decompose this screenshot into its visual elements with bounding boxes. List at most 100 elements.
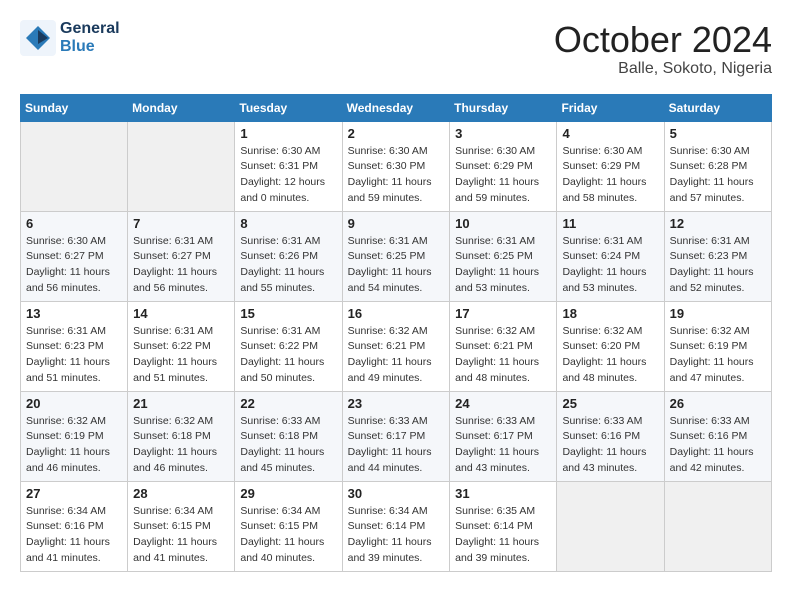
calendar-cell: 1 Sunrise: 6:30 AMSunset: 6:31 PMDaylight… — [235, 121, 342, 211]
calendar-cell: 2 Sunrise: 6:30 AMSunset: 6:30 PMDaylight… — [342, 121, 450, 211]
header-wednesday: Wednesday — [342, 94, 450, 121]
day-number: 12 — [670, 216, 766, 231]
day-number: 21 — [133, 396, 229, 411]
day-info: Sunrise: 6:34 AMSunset: 6:15 PMDaylight:… — [133, 504, 229, 567]
calendar-cell: 5Sunrise: 6:30 AMSunset: 6:28 PMDaylight… — [664, 121, 771, 211]
calendar-cell — [128, 121, 235, 211]
day-info: Sunrise: 6:32 AMSunset: 6:18 PMDaylight:… — [133, 414, 229, 477]
logo-blue: Blue — [60, 38, 120, 56]
calendar-cell: 9Sunrise: 6:31 AMSunset: 6:25 PMDaylight… — [342, 211, 450, 301]
day-number: 20 — [26, 396, 122, 411]
week-row-3: 13 Sunrise: 6:31 AMSunset: 6:23 PMDayligh… — [21, 301, 772, 391]
calendar-cell: 21 Sunrise: 6:32 AMSunset: 6:18 PMDayligh… — [128, 391, 235, 481]
day-number: 31 — [455, 486, 551, 501]
week-row-1: 1 Sunrise: 6:30 AMSunset: 6:31 PMDaylight… — [21, 121, 772, 211]
day-number: 2 — [348, 126, 445, 141]
header-thursday: Thursday — [450, 94, 557, 121]
title-block: October 2024 Balle, Sokoto, Nigeria — [554, 20, 772, 78]
day-info: Sunrise: 6:32 AMSunset: 6:21 PMDaylight:… — [348, 324, 445, 387]
header-friday: Friday — [557, 94, 664, 121]
day-info: Sunrise: 6:33 AMSunset: 6:18 PMDaylight:… — [240, 414, 336, 477]
day-number: 1 — [240, 126, 336, 141]
calendar-cell: 16Sunrise: 6:32 AMSunset: 6:21 PMDayligh… — [342, 301, 450, 391]
calendar-cell: 26 Sunrise: 6:33 AMSunset: 6:16 PMDayligh… — [664, 391, 771, 481]
calendar-cell: 22 Sunrise: 6:33 AMSunset: 6:18 PMDayligh… — [235, 391, 342, 481]
day-number: 17 — [455, 306, 551, 321]
day-info: Sunrise: 6:34 AMSunset: 6:15 PMDaylight:… — [240, 504, 336, 567]
calendar-cell: 15Sunrise: 6:31 AMSunset: 6:22 PMDayligh… — [235, 301, 342, 391]
header-saturday: Saturday — [664, 94, 771, 121]
calendar-cell: 23 Sunrise: 6:33 AMSunset: 6:17 PMDayligh… — [342, 391, 450, 481]
calendar-cell: 7Sunrise: 6:31 AMSunset: 6:27 PMDaylight… — [128, 211, 235, 301]
day-number: 23 — [348, 396, 445, 411]
calendar-cell: 12 Sunrise: 6:31 AMSunset: 6:23 PMDayligh… — [664, 211, 771, 301]
day-number: 26 — [670, 396, 766, 411]
calendar-cell: 11 Sunrise: 6:31 AMSunset: 6:24 PMDayligh… — [557, 211, 664, 301]
day-info: Sunrise: 6:33 AMSunset: 6:17 PMDaylight:… — [348, 414, 445, 477]
day-number: 9 — [348, 216, 445, 231]
calendar-cell: 6Sunrise: 6:30 AMSunset: 6:27 PMDaylight… — [21, 211, 128, 301]
calendar-cell: 4 Sunrise: 6:30 AMSunset: 6:29 PMDaylight… — [557, 121, 664, 211]
day-number: 13 — [26, 306, 122, 321]
day-info: Sunrise: 6:31 AMSunset: 6:25 PMDaylight:… — [455, 234, 551, 297]
day-info: Sunrise: 6:30 AMSunset: 6:31 PMDaylight:… — [240, 144, 336, 207]
day-number: 30 — [348, 486, 445, 501]
logo-icon — [20, 20, 56, 56]
day-number: 27 — [26, 486, 122, 501]
day-number: 19 — [670, 306, 766, 321]
day-number: 22 — [240, 396, 336, 411]
day-number: 4 — [562, 126, 658, 141]
calendar-cell: 17 Sunrise: 6:32 AMSunset: 6:21 PMDayligh… — [450, 301, 557, 391]
calendar-cell: 20 Sunrise: 6:32 AMSunset: 6:19 PMDayligh… — [21, 391, 128, 481]
day-info: Sunrise: 6:33 AMSunset: 6:17 PMDaylight:… — [455, 414, 551, 477]
day-info: Sunrise: 6:31 AMSunset: 6:22 PMDaylight:… — [240, 324, 336, 387]
day-number: 28 — [133, 486, 229, 501]
calendar-cell: 13 Sunrise: 6:31 AMSunset: 6:23 PMDayligh… — [21, 301, 128, 391]
week-row-2: 6Sunrise: 6:30 AMSunset: 6:27 PMDaylight… — [21, 211, 772, 301]
calendar-cell: 19 Sunrise: 6:32 AMSunset: 6:19 PMDayligh… — [664, 301, 771, 391]
calendar-cell: 3 Sunrise: 6:30 AMSunset: 6:29 PMDaylight… — [450, 121, 557, 211]
day-number: 3 — [455, 126, 551, 141]
calendar-cell — [21, 121, 128, 211]
day-number: 29 — [240, 486, 336, 501]
calendar-cell: 27 Sunrise: 6:34 AMSunset: 6:16 PMDayligh… — [21, 481, 128, 571]
day-number: 5 — [670, 126, 766, 141]
logo-general: General — [60, 20, 120, 38]
day-info: Sunrise: 6:34 AMSunset: 6:16 PMDaylight:… — [26, 504, 122, 567]
day-info: Sunrise: 6:30 AMSunset: 6:29 PMDaylight:… — [455, 144, 551, 207]
day-info: Sunrise: 6:33 AMSunset: 6:16 PMDaylight:… — [562, 414, 658, 477]
day-info: Sunrise: 6:35 AMSunset: 6:14 PMDaylight:… — [455, 504, 551, 567]
calendar-cell: 18 Sunrise: 6:32 AMSunset: 6:20 PMDayligh… — [557, 301, 664, 391]
day-info: Sunrise: 6:32 AMSunset: 6:20 PMDaylight:… — [562, 324, 658, 387]
calendar-cell: 28 Sunrise: 6:34 AMSunset: 6:15 PMDayligh… — [128, 481, 235, 571]
day-info: Sunrise: 6:31 AMSunset: 6:23 PMDaylight:… — [670, 234, 766, 297]
header-monday: Monday — [128, 94, 235, 121]
day-number: 24 — [455, 396, 551, 411]
day-info: Sunrise: 6:31 AMSunset: 6:26 PMDaylight:… — [240, 234, 336, 297]
day-info: Sunrise: 6:34 AMSunset: 6:14 PMDaylight:… — [348, 504, 445, 567]
day-info: Sunrise: 6:32 AMSunset: 6:19 PMDaylight:… — [670, 324, 766, 387]
calendar-cell: 31 Sunrise: 6:35 AMSunset: 6:14 PMDayligh… — [450, 481, 557, 571]
day-info: Sunrise: 6:31 AMSunset: 6:22 PMDaylight:… — [133, 324, 229, 387]
day-number: 11 — [562, 216, 658, 231]
week-row-5: 27 Sunrise: 6:34 AMSunset: 6:16 PMDayligh… — [21, 481, 772, 571]
day-info: Sunrise: 6:30 AMSunset: 6:29 PMDaylight:… — [562, 144, 658, 207]
day-info: Sunrise: 6:32 AMSunset: 6:21 PMDaylight:… — [455, 324, 551, 387]
day-info: Sunrise: 6:31 AMSunset: 6:27 PMDaylight:… — [133, 234, 229, 297]
calendar-cell — [664, 481, 771, 571]
day-number: 14 — [133, 306, 229, 321]
day-number: 25 — [562, 396, 658, 411]
day-number: 18 — [562, 306, 658, 321]
day-info: Sunrise: 6:31 AMSunset: 6:23 PMDaylight:… — [26, 324, 122, 387]
calendar-cell: 24 Sunrise: 6:33 AMSunset: 6:17 PMDayligh… — [450, 391, 557, 481]
calendar-cell: 10 Sunrise: 6:31 AMSunset: 6:25 PMDayligh… — [450, 211, 557, 301]
day-info: Sunrise: 6:32 AMSunset: 6:19 PMDaylight:… — [26, 414, 122, 477]
day-info: Sunrise: 6:31 AMSunset: 6:24 PMDaylight:… — [562, 234, 658, 297]
calendar-cell: 14 Sunrise: 6:31 AMSunset: 6:22 PMDayligh… — [128, 301, 235, 391]
day-number: 10 — [455, 216, 551, 231]
calendar-cell: 8Sunrise: 6:31 AMSunset: 6:26 PMDaylight… — [235, 211, 342, 301]
day-info: Sunrise: 6:30 AMSunset: 6:30 PMDaylight:… — [348, 144, 445, 207]
logo: General Blue — [20, 20, 120, 56]
day-info: Sunrise: 6:33 AMSunset: 6:16 PMDaylight:… — [670, 414, 766, 477]
month-title: October 2024 — [554, 20, 772, 60]
